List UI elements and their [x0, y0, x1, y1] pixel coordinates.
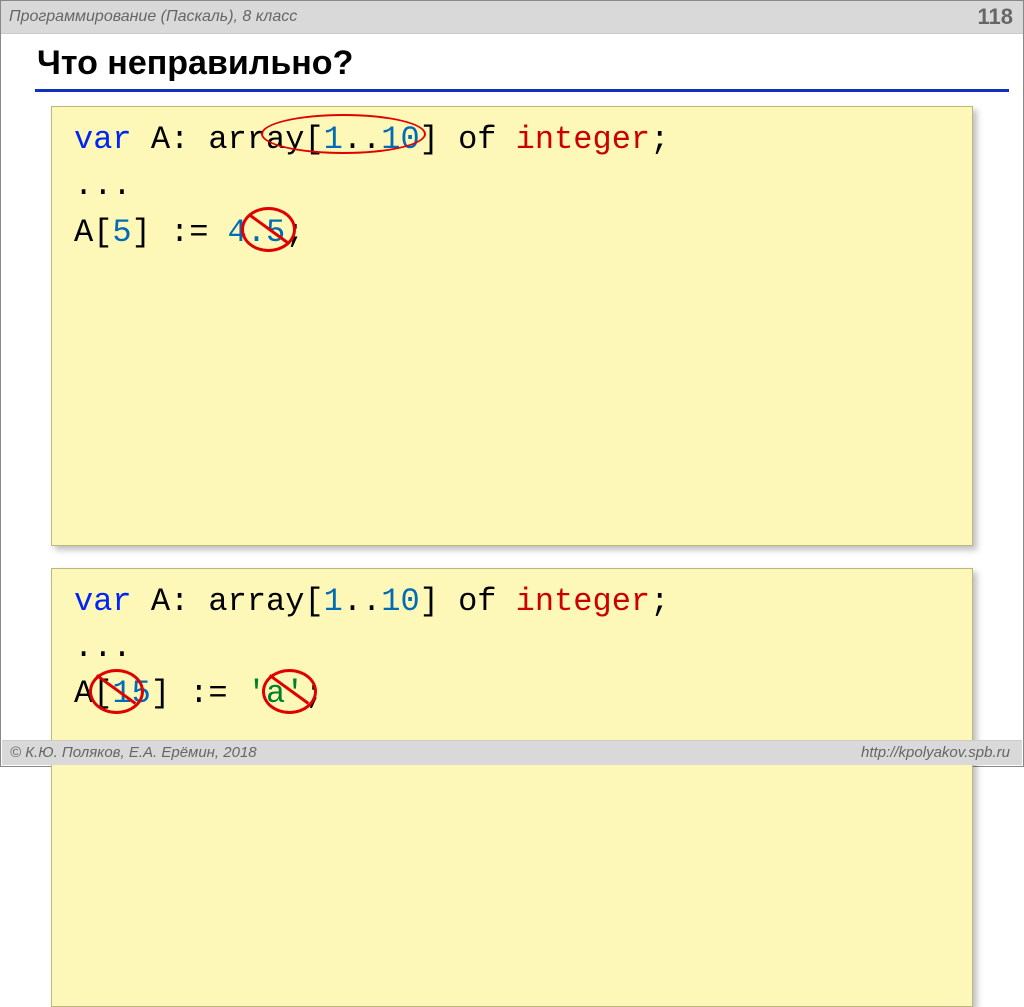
code-text: A: array[: [132, 121, 324, 158]
code-text: A[: [74, 214, 112, 251]
semicolon: ;: [650, 121, 669, 158]
code-block-2: var A: array[1..10] of integer; ... A[15…: [51, 568, 973, 1007]
code-text: ] :=: [132, 214, 228, 251]
copyright-text: © К.Ю. Поляков, Е.А. Ерёмин, 2018: [10, 744, 257, 761]
num-1: 1: [324, 121, 343, 158]
page-number: 118: [978, 4, 1014, 30]
footer-url: http://kpolyakov.spb.ru: [861, 744, 1010, 761]
char-value: a: [266, 675, 285, 712]
semicolon: ;: [285, 214, 304, 251]
slide-frame: Программирование (Паскаль), 8 класс 118 …: [0, 0, 1024, 767]
num-value: 4.5: [228, 214, 286, 251]
code-block-1: var A: array[1..10] of integer; ... A[5]…: [51, 106, 973, 546]
header-bar: Программирование (Паскаль), 8 класс 118: [1, 1, 1023, 34]
code-text: ] of: [420, 121, 516, 158]
code-text: ] :=: [151, 675, 247, 712]
code-text: ] of: [420, 583, 516, 620]
quote: ': [247, 675, 266, 712]
code-text: A: array[: [132, 583, 324, 620]
num-1: 1: [324, 583, 343, 620]
num-index: 5: [112, 214, 131, 251]
kw-integer: integer: [516, 121, 650, 158]
kw-var: var: [74, 583, 132, 620]
kw-var: var: [74, 121, 132, 158]
kw-integer: integer: [516, 583, 650, 620]
num-10: 10: [381, 121, 419, 158]
semicolon: ;: [304, 675, 323, 712]
ellipsis: ...: [74, 629, 132, 666]
num-10: 10: [381, 583, 419, 620]
slide-title: Что неправильно?: [1, 34, 1023, 89]
semicolon: ;: [650, 583, 669, 620]
course-label: Программирование (Паскаль), 8 класс: [9, 8, 297, 26]
num-index: 15: [112, 675, 150, 712]
range-dots: ..: [343, 121, 381, 158]
code-text: A[: [74, 675, 112, 712]
footer-bar: © К.Ю. Поляков, Е.А. Ерёмин, 2018 http:/…: [2, 740, 1022, 765]
quote: ': [285, 675, 304, 712]
ellipsis: ...: [74, 167, 132, 204]
range-dots: ..: [343, 583, 381, 620]
title-underline: [35, 89, 1009, 92]
